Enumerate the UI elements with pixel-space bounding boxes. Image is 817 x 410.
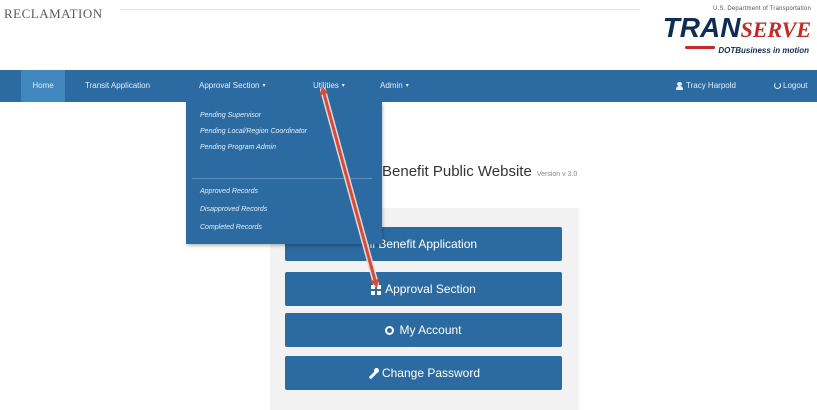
nav-home-label: Home xyxy=(32,81,54,90)
grid-icon xyxy=(371,284,382,295)
chevron-down-icon: ▾ xyxy=(341,83,345,89)
nav-utilities-label: Utilities xyxy=(313,81,339,91)
nav-approval-section-label: Approval Section xyxy=(199,81,260,91)
brand-tran: TRAN xyxy=(662,12,741,43)
user-icon xyxy=(676,81,683,90)
menu-divider xyxy=(192,178,372,179)
nav-logout-label: Logout xyxy=(783,81,808,90)
gear-icon xyxy=(385,326,395,336)
menu-item-approved-records[interactable]: Approved Records xyxy=(200,188,258,195)
my-account-button[interactable]: My Account xyxy=(285,313,562,347)
approval-section-button[interactable]: Approval Section xyxy=(285,272,562,306)
nav-utilities[interactable]: Utilities ▾ xyxy=(313,70,345,102)
approval-section-label: Approval Section xyxy=(385,282,476,296)
header: RECLAMATION U.S. Department of Transport… xyxy=(0,0,817,70)
nav-admin-label: Admin xyxy=(380,81,403,91)
power-icon xyxy=(774,82,781,90)
menu-item-pending-program-admin[interactable]: Pending Program Admin xyxy=(200,144,276,151)
page-title-text: Benefit Public Website xyxy=(382,163,532,180)
nav-user-profile[interactable]: Tracy Harpold xyxy=(676,70,736,102)
brand-serve: SERVE xyxy=(740,17,811,42)
my-account-label: My Account xyxy=(399,323,462,337)
nav-user-name: Tracy Harpold xyxy=(686,81,736,90)
nav-transit-application-label: Transit Application xyxy=(85,81,151,90)
chevron-down-icon: ▾ xyxy=(405,83,409,89)
change-password-label: Change Password xyxy=(381,366,481,380)
wrench-icon xyxy=(367,367,379,379)
change-password-button[interactable]: Change Password xyxy=(285,356,562,390)
nav-logout[interactable]: Logout xyxy=(774,70,807,102)
version-label: Version v 3.0 xyxy=(536,171,578,178)
approval-section-dropdown: Pending Supervisor Pending Local/Region … xyxy=(186,102,382,244)
menu-item-pending-supervisor[interactable]: Pending Supervisor xyxy=(200,112,261,119)
page-title: Benefit Public Website Version v 3.0 xyxy=(382,163,577,180)
transerve-logo: U.S. Department of Transportation TRANSE… xyxy=(641,6,811,66)
agency-logo-text: RECLAMATION xyxy=(4,6,103,21)
chevron-down-icon: ▾ xyxy=(262,83,266,89)
menu-item-pending-coordinator[interactable]: Pending Local/Region Coordinator xyxy=(200,128,307,135)
brand-swoosh xyxy=(685,46,715,49)
brand-tagline: DOTBusiness in motion xyxy=(718,46,809,55)
menu-item-completed-records[interactable]: Completed Records xyxy=(200,224,262,231)
menu-item-disapproved-records[interactable]: Disapproved Records xyxy=(200,206,267,213)
benefit-application-label: ill Benefit Application xyxy=(367,237,478,251)
nav-home[interactable]: Home xyxy=(21,70,65,102)
nav-admin[interactable]: Admin ▾ xyxy=(380,70,409,102)
brand-wordmark: TRANSERVE xyxy=(663,14,811,42)
header-divider xyxy=(120,9,640,10)
nav-transit-application[interactable]: Transit Application xyxy=(85,70,150,102)
main-navbar: Home Transit Application Approval Sectio… xyxy=(0,70,817,102)
nav-approval-section[interactable]: Approval Section ▾ xyxy=(199,70,266,102)
